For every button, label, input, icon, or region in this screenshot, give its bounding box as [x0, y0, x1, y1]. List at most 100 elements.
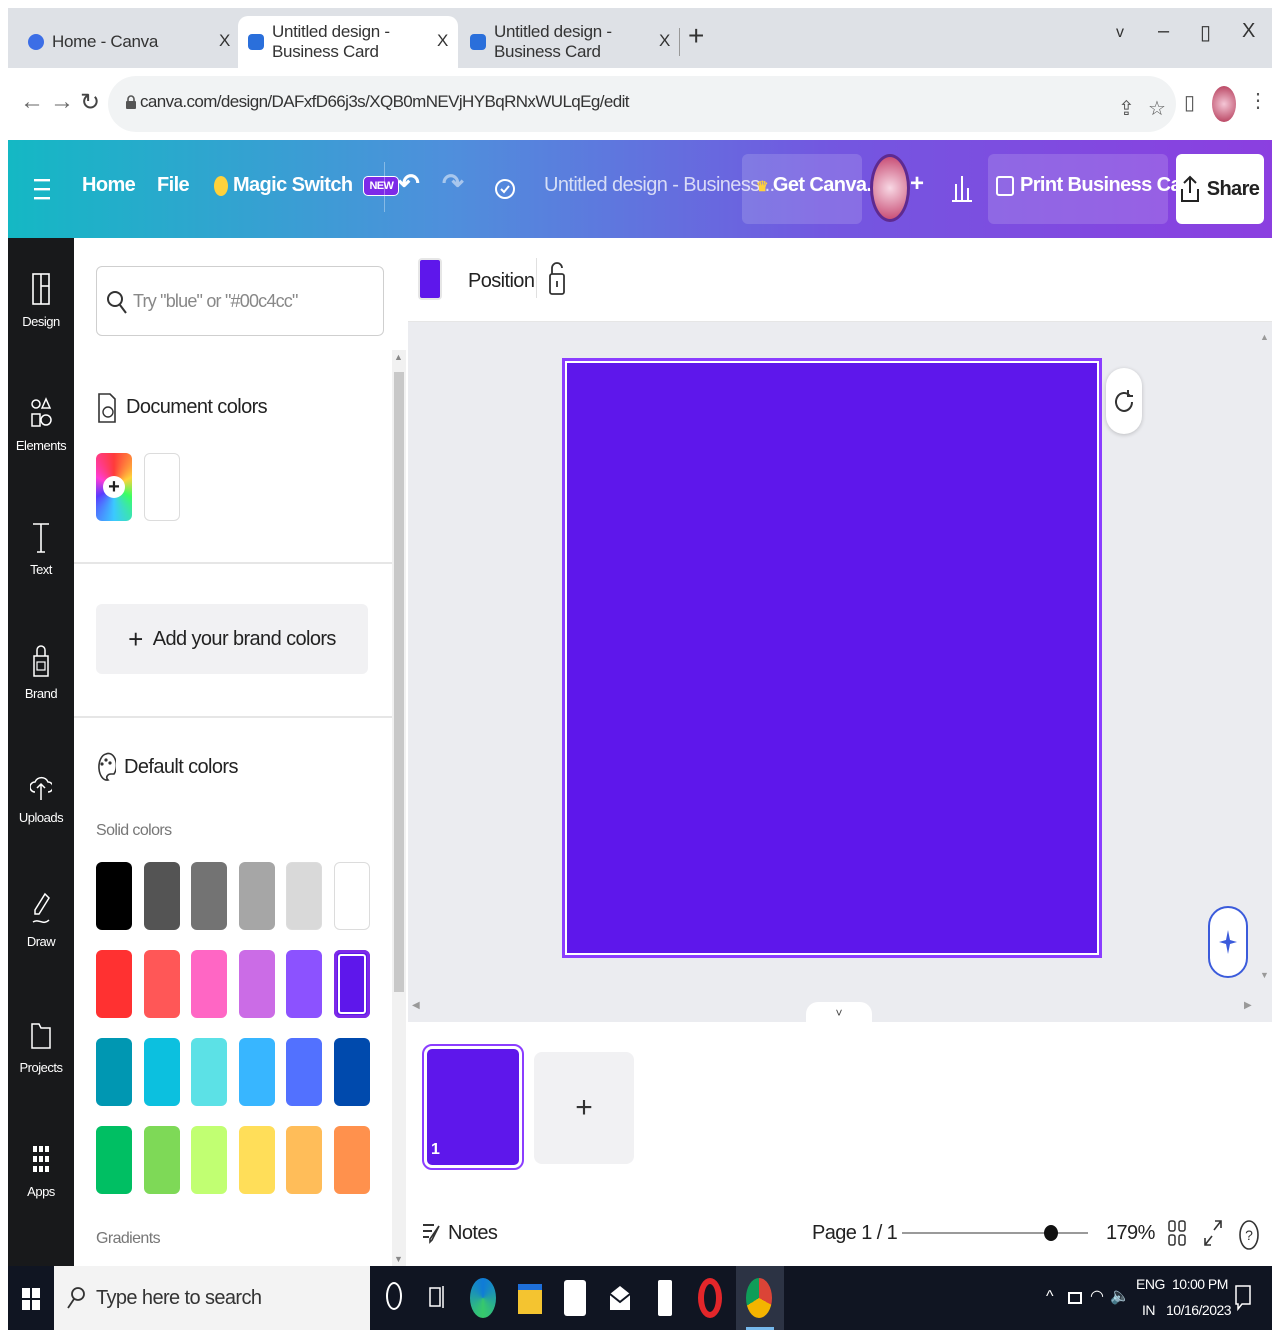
scroll-down-icon[interactable]: ▼ — [1260, 970, 1269, 980]
back-icon[interactable]: ← — [20, 88, 44, 116]
share-button[interactable]: Share — [1176, 154, 1264, 224]
zoom-slider-handle[interactable] — [1043, 1225, 1058, 1241]
scroll-right-icon[interactable]: ▶ — [1244, 1000, 1252, 1011]
volume-icon[interactable]: 🔈 — [1110, 1286, 1130, 1306]
battery-icon[interactable] — [1068, 1292, 1082, 1304]
taskbar-search-box[interactable]: Type here to search — [54, 1266, 370, 1330]
side-panel-icon[interactable]: ▯ — [1184, 90, 1195, 115]
rail-item-text[interactable]: Text — [8, 520, 74, 610]
opera-icon[interactable] — [698, 1278, 722, 1318]
task-view-icon[interactable] — [428, 1282, 446, 1312]
store-icon[interactable] — [564, 1280, 586, 1316]
color-swatch[interactable] — [96, 1126, 132, 1194]
color-swatch[interactable] — [334, 1038, 370, 1106]
redo-icon[interactable]: ↷ — [442, 168, 464, 199]
panel-scrollbar[interactable]: ▲ ▼ — [392, 350, 406, 1266]
wifi-icon[interactable]: ◠ — [1090, 1286, 1104, 1306]
edge-browser-icon[interactable] — [470, 1278, 496, 1318]
tab-business-card[interactable]: Untitled design - Business Card X — [460, 16, 680, 68]
windows-start-icon[interactable] — [22, 1288, 40, 1310]
design-page[interactable] — [562, 358, 1102, 958]
tray-overflow-icon[interactable]: ^ — [1046, 1288, 1054, 1306]
address-bar[interactable]: canva.com/design/DAFxfD66j3s/XQB0mNEVjHY… — [108, 76, 1176, 132]
color-swatch[interactable] — [143, 950, 180, 1018]
color-swatch[interactable] — [143, 1038, 180, 1106]
color-swatch[interactable] — [286, 862, 323, 930]
profile-avatar[interactable] — [1212, 86, 1236, 122]
minimize-button[interactable]: – — [1158, 20, 1169, 43]
rotate-button[interactable] — [1106, 368, 1142, 434]
color-swatch[interactable] — [96, 950, 132, 1018]
notes-button[interactable]: Notes — [422, 1220, 498, 1246]
page-count[interactable]: Page 1 / 1 — [812, 1222, 898, 1245]
bookmark-star-icon[interactable]: ☆ — [1148, 96, 1166, 121]
zoom-value[interactable]: 179% — [1106, 1222, 1155, 1245]
file-menu[interactable]: File — [157, 174, 190, 197]
notifications-icon[interactable] — [1234, 1282, 1252, 1312]
grid-view-icon[interactable] — [1168, 1218, 1186, 1248]
document-color-swatch[interactable] — [144, 453, 180, 521]
unlock-icon[interactable] — [548, 260, 566, 298]
tab-close-icon[interactable]: X — [437, 31, 448, 51]
rail-item-uploads[interactable]: Uploads — [8, 768, 74, 858]
analytics-icon[interactable] — [952, 174, 972, 202]
workspace-vertical-scrollbar[interactable]: ▲ ▼ — [1258, 322, 1272, 992]
rail-item-elements[interactable]: Elements — [8, 396, 74, 486]
color-swatch[interactable] — [191, 862, 228, 930]
color-swatch[interactable] — [286, 1126, 323, 1194]
language-indicator-bottom[interactable]: IN — [1142, 1302, 1156, 1318]
color-swatch[interactable] — [143, 862, 180, 930]
mail-icon[interactable] — [608, 1282, 632, 1312]
close-window-button[interactable]: X — [1242, 20, 1255, 43]
color-swatch[interactable] — [96, 1038, 132, 1106]
menu-icon[interactable] — [34, 176, 50, 202]
tab-home-canva[interactable]: Home - Canva X — [18, 16, 240, 68]
language-indicator-top[interactable]: ENG — [1136, 1276, 1165, 1292]
zoom-slider[interactable] — [902, 1225, 1088, 1241]
color-swatch[interactable] — [238, 1038, 275, 1106]
scroll-up-icon[interactable]: ▲ — [394, 352, 403, 362]
magic-assistant-button[interactable] — [1208, 906, 1248, 978]
share-page-icon[interactable]: ⇪ — [1118, 96, 1135, 121]
user-avatar[interactable] — [870, 154, 910, 222]
collapse-pages-button[interactable]: ˅ — [806, 1002, 872, 1024]
rail-item-design[interactable]: Design — [8, 272, 74, 362]
home-menu[interactable]: Home — [82, 174, 136, 197]
get-canva-pro-button[interactable]: ♛ Get Canva... — [742, 154, 882, 224]
rail-item-brand[interactable]: Brand — [8, 642, 74, 732]
clock-time[interactable]: 10:00 PM — [1172, 1276, 1228, 1292]
background-color-button[interactable] — [418, 258, 442, 300]
color-swatch[interactable] — [191, 1038, 228, 1106]
undo-icon[interactable]: ↶ — [398, 168, 420, 199]
tab-business-card-active[interactable]: Untitled design - Business Card X — [238, 16, 458, 68]
chrome-icon[interactable] — [746, 1278, 772, 1318]
browser-menu-icon[interactable]: ⋮ — [1248, 88, 1268, 113]
color-swatch[interactable] — [286, 1038, 323, 1106]
color-swatch[interactable] — [191, 950, 228, 1018]
color-swatch[interactable] — [238, 1126, 275, 1194]
color-swatch[interactable] — [238, 862, 275, 930]
scrollbar-thumb[interactable] — [394, 372, 404, 992]
color-swatch[interactable] — [143, 1126, 180, 1194]
color-swatch[interactable] — [191, 1126, 228, 1194]
rail-item-apps[interactable]: Apps — [8, 1142, 74, 1232]
color-swatch[interactable] — [334, 950, 370, 1018]
help-icon[interactable]: ? — [1238, 1218, 1260, 1252]
cloud-saved-icon[interactable] — [494, 176, 516, 202]
rail-item-projects[interactable]: Projects — [8, 1018, 74, 1108]
scroll-up-icon[interactable]: ▲ — [1260, 332, 1269, 342]
magic-switch-button[interactable]: Magic Switch NEW — [214, 174, 400, 197]
add-color-button[interactable]: + — [96, 453, 132, 521]
fullscreen-icon[interactable] — [1204, 1218, 1222, 1248]
color-search-input[interactable]: Try "blue" or "#00c4cc" — [96, 266, 384, 336]
scroll-left-icon[interactable]: ◀ — [412, 1000, 420, 1011]
reload-icon[interactable]: ↻ — [80, 88, 100, 117]
color-swatch[interactable] — [238, 950, 275, 1018]
scroll-down-icon[interactable]: ▼ — [394, 1254, 403, 1264]
new-tab-button[interactable]: + — [688, 20, 704, 52]
print-business-cards-button[interactable]: Print Business Cards — [988, 154, 1211, 224]
forward-icon[interactable]: → — [50, 88, 74, 116]
color-swatch[interactable] — [334, 1126, 370, 1194]
tab-close-icon[interactable]: X — [659, 31, 670, 51]
color-swatch[interactable] — [96, 862, 132, 930]
